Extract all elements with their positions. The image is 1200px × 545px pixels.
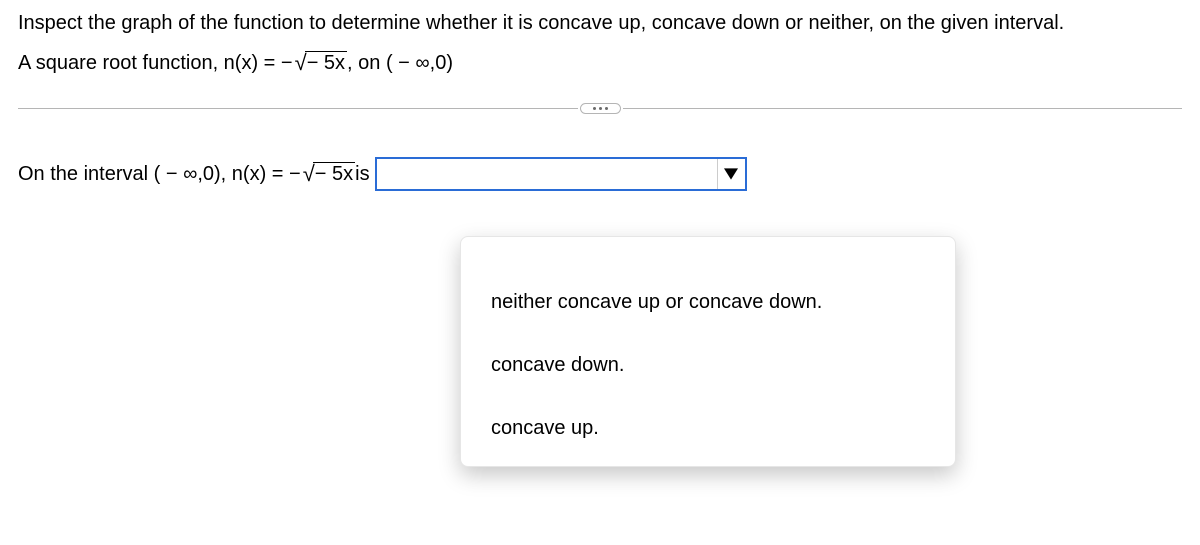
triangle-down-icon <box>724 167 738 181</box>
dropdown-option[interactable]: neither concave up or concave down. <box>491 277 925 340</box>
question-suffix: , on ( − ∞,0) <box>347 52 453 75</box>
question-prefix: A square root function, n(x) = − <box>18 52 293 75</box>
question-function-line: A square root function, n(x) = − √ − 5x … <box>18 51 1182 75</box>
dot-icon <box>593 107 596 110</box>
answer-suffix: is <box>355 163 369 186</box>
radical-expression: √ − 5x <box>303 162 355 185</box>
answer-row: On the interval ( − ∞,0), n(x) = − √ − 5… <box>18 158 1182 190</box>
radicand: − 5x <box>305 51 347 74</box>
radicand: − 5x <box>313 162 355 185</box>
radical-sign-icon: √ <box>303 163 315 185</box>
expand-pill-button[interactable] <box>580 103 621 114</box>
dropdown-option[interactable]: concave down. <box>491 340 925 403</box>
answer-dropdown[interactable] <box>376 158 746 190</box>
dropdown-option[interactable]: concave up. <box>491 403 925 448</box>
section-divider <box>18 103 1182 114</box>
dropdown-caret[interactable] <box>717 159 745 189</box>
question-instruction: Inspect the graph of the function to det… <box>18 12 1182 35</box>
dot-icon <box>605 107 608 110</box>
dropdown-options-panel: neither concave up or concave down. conc… <box>460 236 956 467</box>
radical-expression: √ − 5x <box>295 51 347 74</box>
divider-line-right <box>623 108 1183 109</box>
answer-prefix: On the interval ( − ∞,0), n(x) = − <box>18 163 301 186</box>
dot-icon <box>599 107 602 110</box>
radical-sign-icon: √ <box>295 52 307 74</box>
divider-line-left <box>18 108 578 109</box>
